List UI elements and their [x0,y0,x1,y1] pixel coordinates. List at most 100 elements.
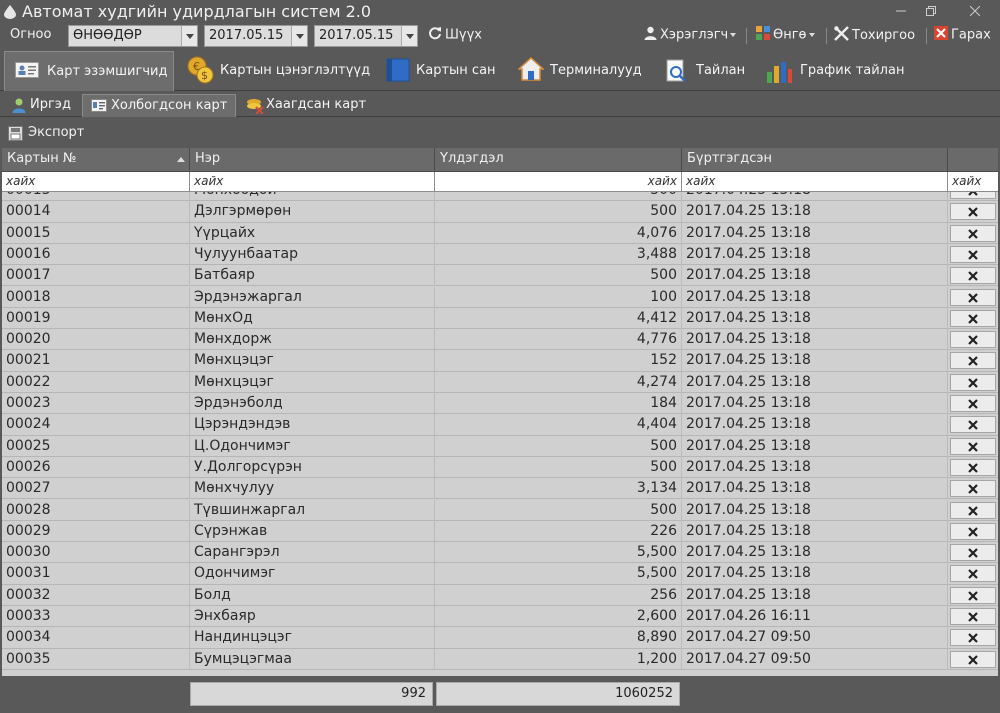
table-row[interactable]: 00025 Ц.Одончимэг 500 2017.04.25 13:18 [2,435,998,457]
tab-terminals[interactable]: Терминалууд [512,51,652,91]
subtab-linked-cards[interactable]: Холбогдсон карт [82,94,236,117]
chevron-down-icon[interactable] [181,26,197,46]
delete-row-button[interactable] [950,458,996,476]
table-row[interactable]: 00028 Түвшинжаргал 500 2017.04.25 13:18 [2,499,998,521]
user-menu-button[interactable]: Хэрэглэгч [644,26,737,46]
column-header-card-no[interactable]: Картын № [2,148,190,172]
close-icon [968,590,978,601]
palette-icon [756,26,770,44]
table-row[interactable]: 00031 Одончимэг 5,500 2017.04.25 13:18 [2,563,998,585]
table-row[interactable]: 00034 Нандинцэцэг 8,890 2017.04.27 09:50 [2,627,998,649]
tab-card-recharges[interactable]: € $ Картын цэнэглэлтүүд [180,51,370,91]
delete-row-button[interactable] [950,608,996,625]
filter-button[interactable]: Шүүх [428,26,482,46]
name-search-input[interactable]: хайх [190,172,435,192]
close-icon [968,441,978,452]
registered-cell: 2017.04.25 13:18 [682,243,948,265]
close-icon [968,207,978,218]
chevron-down-icon[interactable] [291,26,307,46]
date-from-picker[interactable]: 2017.05.15 [204,25,308,47]
card-no-cell: 00014 [2,201,190,223]
registered-search-input[interactable]: хайх [682,172,948,192]
tab-report[interactable]: Тайлан [660,51,756,91]
column-header-registered[interactable]: Бүртгэгдсэн [682,148,948,172]
table-row[interactable]: 00027 Мөнхчулуу 3,134 2017.04.25 13:18 [2,478,998,500]
card-no-cell: 00020 [2,329,190,351]
delete-row-button[interactable] [950,309,996,327]
column-header-balance[interactable]: Үлдэгдэл [435,148,682,172]
delete-row-button[interactable] [950,437,996,455]
balance-cell: 4,404 [435,414,682,436]
color-menu-button[interactable]: Өнгө [756,26,815,46]
table-row[interactable]: 00017 Батбаяр 500 2017.04.25 13:18 [2,265,998,287]
delete-row-button[interactable] [950,373,996,391]
card-no-search-input[interactable]: хайх [2,172,190,192]
delete-row-button[interactable] [950,565,996,583]
table-row[interactable]: 00030 Сарангэрэл 5,500 2017.04.25 13:18 [2,542,998,564]
delete-row-button[interactable] [950,395,996,412]
close-window-button[interactable] [960,0,990,24]
table-row[interactable]: 00014 Дэлгэрмөрөн 500 2017.04.25 13:18 [2,201,998,223]
delete-row-button[interactable] [950,416,996,434]
delete-row-button[interactable] [950,586,996,604]
table-row[interactable]: 00018 Эрдэнэжаргал 100 2017.04.25 13:18 [2,286,998,308]
chevron-down-icon[interactable] [401,26,417,46]
table-row[interactable]: 00019 МөнхОд 4,412 2017.04.25 13:18 [2,307,998,330]
subtab-label: Иргэд [30,97,71,112]
card-no-cell: 00019 [2,307,190,329]
table-row[interactable]: 00033 Энхбаяр 2,600 2017.04.26 16:11 [2,606,998,628]
subtab-label: Холбогдсон карт [111,98,228,113]
balance-cell: 152 [435,350,682,372]
tab-card-holders[interactable]: Карт эзэмшигчид [4,51,174,91]
name-cell: Эрдэнэжаргал [190,286,435,308]
table-row[interactable]: 00026 У.Долгорсүрэн 500 2017.04.25 13:18 [2,456,998,479]
table-row[interactable]: 00022 Мөнхцэцэг 4,274 2017.04.25 13:18 [2,371,998,393]
name-cell: Эрдэнэболд [190,393,435,414]
card-no-cell: 00015 [2,222,190,244]
close-icon [968,228,978,239]
sub-tabs: Иргэд Холбогдсон карт Хаагдсан карт [0,92,1000,117]
delete-row-button[interactable] [950,544,996,562]
table-row[interactable]: 00015 Үүрцайх 4,076 2017.04.25 13:18 [2,222,998,244]
delete-row-button[interactable] [950,629,996,647]
subtab-closed-cards[interactable]: Хаагдсан карт [240,94,370,117]
tab-card-pool[interactable]: Картын сан [380,51,500,91]
subtab-label: Хаагдсан карт [266,97,367,112]
delete-row-button[interactable] [950,224,996,242]
delete-row-button[interactable] [950,192,996,199]
table-row[interactable]: 00035 Бумцэцэгмаа 1,200 2017.04.27 09:50 [2,648,998,670]
delete-row-button[interactable] [950,203,996,221]
registered-cell: 2017.04.27 09:50 [682,648,948,670]
date-to-picker[interactable]: 2017.05.15 [314,25,418,47]
restore-button[interactable] [916,0,946,24]
delete-row-button[interactable] [950,331,996,349]
table-row[interactable]: 00021 Мөнхцэцэг 152 2017.04.25 13:18 [2,350,998,372]
delete-row-button[interactable] [950,480,996,498]
table-row[interactable]: 00016 Чулуунбаатар 3,488 2017.04.25 13:18 [2,243,998,266]
settings-button[interactable]: Тохиргоо [834,26,915,46]
table-row[interactable]: 00032 Болд 256 2017.04.25 13:18 [2,584,998,606]
delete-row-button[interactable] [950,352,996,370]
table-row[interactable]: 00029 Сүрэнжав 226 2017.04.25 13:18 [2,520,998,543]
exit-button[interactable]: Гарах [934,26,991,46]
table-row[interactable]: 00023 Эрдэнэболд 184 2017.04.25 13:18 [2,393,998,415]
delete-row-button[interactable] [950,650,996,668]
delete-row-button[interactable] [950,288,996,306]
window-title: Автомат худгийн удирдлагын систем 2.0 [22,2,372,21]
delete-row-button[interactable] [950,501,996,519]
tab-chart-report[interactable]: График тайлан [762,51,912,91]
delete-row-button[interactable] [950,245,996,263]
actions-search-input[interactable]: хайх [948,172,998,192]
caret-down-icon [808,33,815,37]
delete-row-button[interactable] [950,267,996,285]
registered-cell: 2017.04.26 16:11 [682,606,948,627]
date-range-select[interactable]: ӨНӨӨДӨР [68,25,198,47]
table-row[interactable]: 00024 Цэрэндэндэв 4,404 2017.04.25 13:18 [2,414,998,436]
minimize-button[interactable] [886,0,916,24]
table-row[interactable]: 00020 Мөнхдорж 4,776 2017.04.25 13:18 [2,329,998,351]
subtab-citizens[interactable]: Иргэд [4,94,80,117]
table-row[interactable]: 00013Монхоодой5002017.04.25 13:18 [2,192,998,202]
balance-search-input[interactable]: хайх [435,172,682,192]
column-header-name[interactable]: Нэр [190,148,435,172]
delete-row-button[interactable] [950,522,996,540]
